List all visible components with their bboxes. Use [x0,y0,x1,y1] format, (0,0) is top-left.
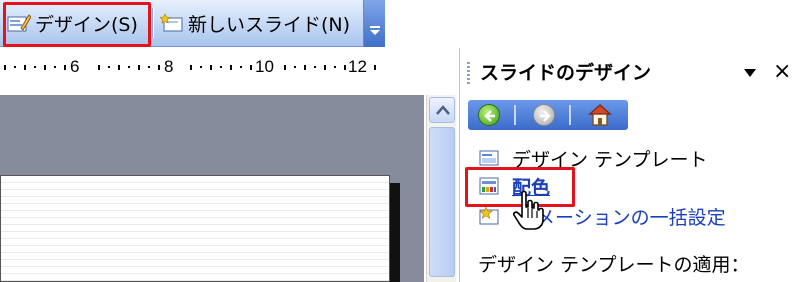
scroll-thumb[interactable] [429,127,455,277]
design-template-label: デザイン テンプレート [512,148,708,171]
slide-design-task-pane: スライドのデザイン × デザイン テンプレート 配色 メーションの一括設定 デザ… [459,48,800,282]
design-button[interactable]: デザイン(S) [7,4,138,42]
animation-scheme-label: メーションの一括設定 [536,206,726,229]
back-icon [484,110,495,122]
formatting-toolbar: デザイン(S) 新しいスライド(N) [0,0,385,47]
toolbar-separator [152,8,154,38]
task-pane-header: スライドのデザイン × [460,48,800,96]
pane-dropdown-icon[interactable] [742,66,758,80]
slide-editing-area[interactable] [0,95,424,282]
home-button[interactable] [588,103,612,127]
design-button-label: デザイン(S) [35,13,138,36]
design-template-link[interactable]: デザイン テンプレート [478,143,707,173]
apply-design-template-heading: デザイン テンプレートの適用： [478,254,750,276]
forward-button[interactable] [533,104,555,126]
back-button[interactable] [478,104,500,126]
new-slide-button-label: 新しいスライド(N) [188,13,351,36]
template-icon [478,147,500,169]
new-slide-icon [159,12,184,34]
chevron-up-icon [436,105,450,115]
home-icon [588,104,612,126]
horizontal-ruler: 6 8 10 12 [0,56,388,78]
ruler-label-10: 10 [255,57,274,76]
scroll-up-button[interactable] [429,97,455,123]
slide-canvas[interactable] [0,175,390,282]
design-pencil-icon [7,12,32,34]
color-scheme-icon [478,175,500,197]
task-pane-title: スライドのデザイン [480,62,652,84]
pane-grip-handle[interactable] [467,62,470,86]
animation-icon [478,205,500,227]
task-pane-navigation-bar [468,100,628,130]
vertical-scrollbar[interactable] [426,95,456,282]
nav-separator [569,105,571,125]
new-slide-button[interactable]: 新しいスライド(N) [159,4,351,42]
forward-icon [540,110,551,122]
toolbar-options-icon [370,26,380,35]
hand-cursor-icon [513,190,544,230]
ruler-label-6: 6 [70,57,80,76]
ruler-label-8: 8 [164,57,174,76]
toolbar-options-button[interactable] [363,0,385,47]
close-icon[interactable]: × [773,59,791,85]
slide-shadow [390,183,400,282]
ruler-label-12: 12 [348,57,367,76]
nav-separator [514,105,516,125]
